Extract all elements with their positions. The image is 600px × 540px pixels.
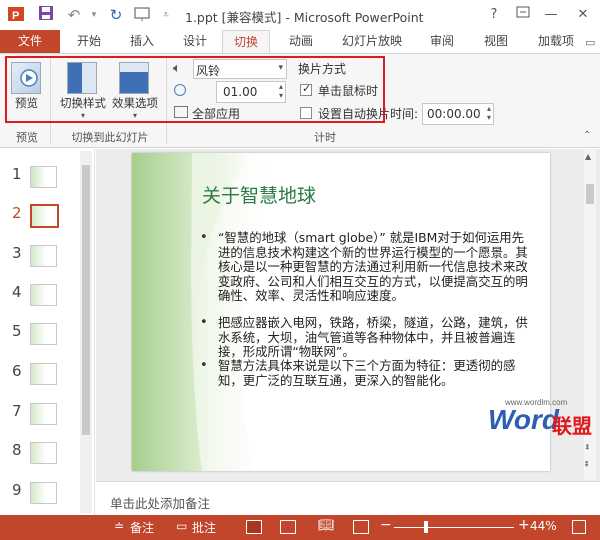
zoom-in-button[interactable]: + (518, 517, 530, 533)
slide-number: 7 (12, 402, 22, 420)
spin-up-icon[interactable]: ▴ (487, 104, 491, 113)
slide-thumbnail[interactable] (30, 284, 57, 306)
help-button[interactable]: ? (483, 4, 505, 26)
bullet-icon: • (200, 230, 208, 245)
slide-title: 关于智慧地球 (202, 185, 317, 207)
slide-sorter-icon[interactable] (280, 520, 296, 534)
tab-view[interactable]: 视图 (475, 30, 517, 53)
slide-number: 1 (12, 165, 22, 183)
bullet-icon: • (200, 358, 208, 373)
slide-thumbnail-selected[interactable] (30, 204, 59, 228)
group-label-timing: 计时 (314, 131, 336, 144)
undo-dropdown-icon[interactable]: ▾ (84, 5, 104, 25)
slide-thumbnail[interactable] (30, 363, 57, 385)
slide-number: 5 (12, 322, 22, 340)
slide-thumbnail[interactable] (30, 323, 57, 345)
collapse-ribbon-icon[interactable]: ⌃ (583, 130, 591, 141)
slides-scrollbar[interactable] (80, 151, 92, 513)
slide-bullet: “智慧的地球（smart globe）” 就是IBM对于如何运用先进的信息技术构… (218, 230, 528, 303)
slide-thumbnail[interactable] (30, 442, 57, 464)
user-account-icon[interactable]: ▭ (585, 36, 595, 49)
notes-icon: ≐ (114, 519, 125, 533)
watermark-word: Word (488, 404, 560, 435)
window-title: 1.ppt [兼容模式] - Microsoft PowerPoint (185, 10, 424, 25)
slide-number: 8 (12, 441, 22, 459)
tab-slideshow[interactable]: 幻灯片放映 (333, 30, 411, 53)
slide-thumbnail[interactable] (30, 482, 57, 504)
start-from-beginning-icon[interactable] (132, 5, 152, 25)
slide-number: 9 (12, 481, 22, 499)
tab-design[interactable]: 设计 (174, 30, 216, 53)
auto-advance-time-input[interactable]: 00:00.00 ▴ ▾ (422, 103, 494, 125)
normal-view-icon[interactable] (246, 520, 262, 534)
powerpoint-logo-icon: P (6, 5, 26, 25)
scroll-up-double-icon[interactable]: ⏫︎ (585, 442, 589, 452)
title-bar: P ↶ ▾ ↻ ⩡ 1.ppt [兼容模式] - Microsoft Power… (0, 0, 600, 30)
reading-view-icon[interactable]: 📖︎ (318, 518, 335, 533)
bullet-icon: • (200, 315, 208, 330)
scroll-up-icon[interactable]: ▲ (585, 152, 591, 161)
comments-toggle-button[interactable]: 批注 (192, 519, 216, 536)
comments-icon: ▭ (176, 519, 188, 533)
slideshow-icon[interactable] (353, 520, 369, 534)
minimize-button[interactable]: — (540, 4, 562, 26)
zoom-slider-track[interactable] (394, 527, 514, 528)
slide-number-selected: 2 (12, 204, 22, 222)
status-bar: ≐ 备注 ▭ 批注 📖︎ − + 44% (0, 515, 600, 540)
spin-down-icon[interactable]: ▾ (487, 113, 491, 122)
zoom-out-button[interactable]: − (380, 517, 392, 533)
tab-file[interactable]: 文件 (0, 30, 60, 53)
notes-toggle-button[interactable]: 备注 (130, 519, 154, 536)
highlight-box (5, 56, 385, 123)
auto-advance-time-value: 00:00.00 (427, 107, 481, 121)
redo-icon[interactable]: ↻ (106, 5, 126, 25)
tab-review[interactable]: 审阅 (421, 30, 463, 53)
slide-bullet: 智慧方法具体来说是以下三个方面为特征：更透彻的感知，更广泛的互联互通，更深入的智… (218, 358, 516, 388)
save-icon[interactable] (36, 5, 56, 25)
scrollbar-thumb[interactable] (82, 165, 90, 435)
slide-number: 4 (12, 283, 22, 301)
ribbon-display-options-icon[interactable] (512, 4, 534, 26)
slide-bullet: 把感应器嵌入电网，铁路，桥梁，隧道，公路，建筑，供水系统，大坝，油气管道等各种物… (218, 315, 528, 359)
tab-transitions[interactable]: 切换 (222, 30, 270, 53)
scrollbar-thumb[interactable] (586, 184, 594, 204)
fit-to-window-icon[interactable] (572, 520, 586, 534)
tab-home[interactable]: 开始 (68, 30, 110, 53)
customize-toolbar-icon[interactable]: ⩡ (156, 5, 176, 25)
slide-number: 3 (12, 244, 22, 262)
undo-icon[interactable]: ↶ (64, 5, 84, 25)
group-label-transition: 切换到此幻灯片 (71, 131, 149, 144)
slide-thumbnail[interactable] (30, 166, 57, 188)
slide-thumbnail[interactable] (30, 245, 57, 267)
tab-animations[interactable]: 动画 (280, 30, 322, 53)
tab-addins[interactable]: 加载项 (529, 30, 583, 53)
slide-number: 6 (12, 362, 22, 380)
svg-text:P: P (12, 10, 19, 22)
scroll-down-double-icon[interactable]: ⏬︎ (585, 460, 589, 470)
zoom-slider-thumb[interactable] (424, 521, 428, 533)
zoom-level[interactable]: 44% (530, 519, 557, 533)
notes-pane[interactable]: 单击此处添加备注 (96, 481, 600, 515)
close-button[interactable]: ✕ (572, 4, 594, 26)
watermark-cn: 联盟 (552, 414, 592, 438)
notes-placeholder: 单击此处添加备注 (110, 496, 211, 511)
group-label-preview: 预览 (16, 131, 38, 144)
tab-insert[interactable]: 插入 (121, 30, 163, 53)
slide-thumbnail[interactable] (30, 403, 57, 425)
